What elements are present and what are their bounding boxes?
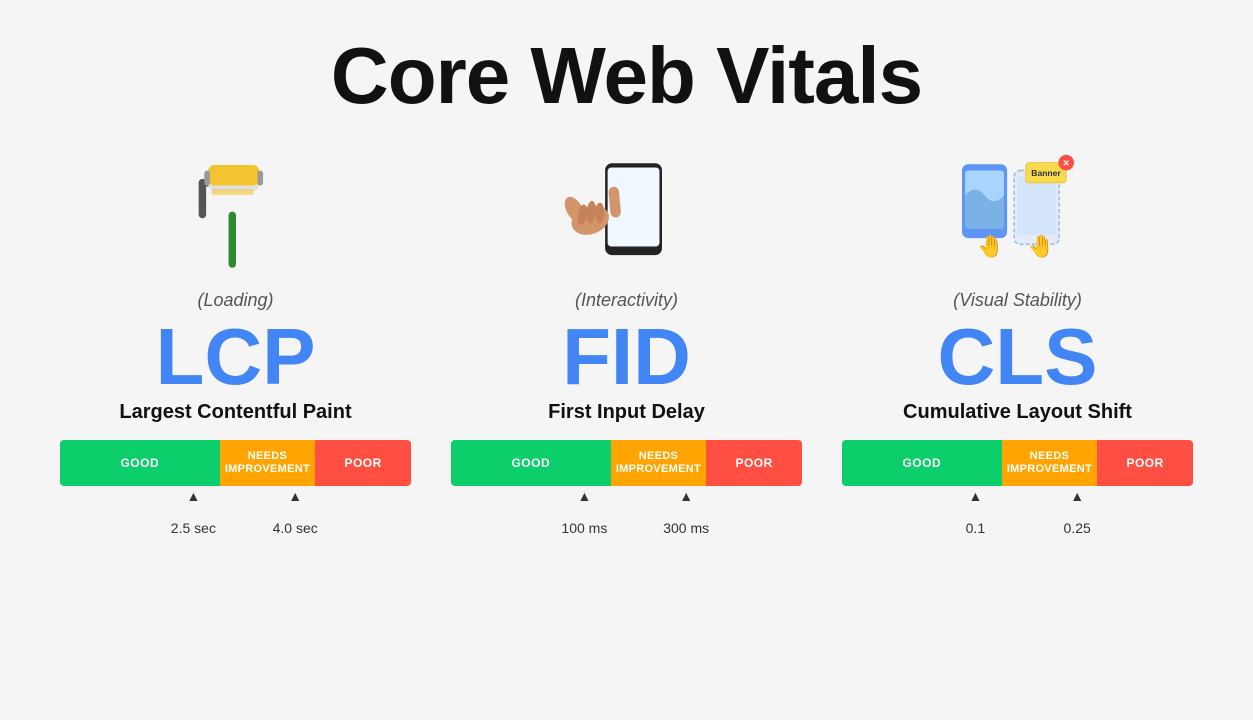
fid-name: First Input Delay: [548, 401, 705, 424]
lcp-card: (Loading) LCP Largest Contentful Paint G…: [40, 132, 431, 550]
cls-bar-container: GOOD NEEDSIMPROVEMENT POOR ▲ ▲ 0.1 0.25: [842, 440, 1193, 550]
lcp-label-2: ▲: [288, 488, 302, 504]
fid-label-2: ▲: [679, 488, 693, 504]
lcp-acronym: LCP: [156, 317, 316, 397]
cls-card: Banner × 🤚 🤚 (Visual Stability) CLS Cumu…: [822, 132, 1213, 550]
lcp-label-1: ▲: [186, 488, 200, 504]
cls-name: Cumulative Layout Shift: [903, 401, 1132, 424]
fid-val-1: 100 ms: [561, 520, 607, 536]
cls-value-labels: 0.1 0.25: [842, 520, 1193, 550]
fid-card: (Interactivity) FID First Input Delay GO…: [431, 132, 822, 550]
cls-bar-good: GOOD: [842, 440, 1002, 486]
lcp-icon: [156, 132, 316, 282]
fid-bar-needs: NEEDSIMPROVEMENT: [611, 440, 707, 486]
fid-value-labels: 100 ms 300 ms: [451, 520, 802, 550]
lcp-bar-needs: NEEDSIMPROVEMENT: [220, 440, 316, 486]
lcp-category: (Loading): [197, 290, 273, 311]
fid-bar-container: GOOD NEEDSIMPROVEMENT POOR ▲ ▲ 100 ms 30…: [451, 440, 802, 550]
svg-text:🤚: 🤚: [1027, 234, 1054, 259]
cls-icon: Banner × 🤚 🤚: [938, 132, 1098, 282]
svg-text:Banner: Banner: [1031, 168, 1061, 178]
fid-bar-poor: POOR: [706, 440, 802, 486]
lcp-name: Largest Contentful Paint: [119, 401, 351, 424]
fid-label-1: ▲: [577, 488, 591, 504]
fid-val-2: 300 ms: [663, 520, 709, 536]
lcp-bar: GOOD NEEDSIMPROVEMENT POOR: [60, 440, 411, 486]
page-title: Core Web Vitals: [331, 30, 922, 122]
cls-label-1: ▲: [968, 488, 982, 504]
lcp-val-2: 4.0 sec: [273, 520, 318, 536]
lcp-bar-poor: POOR: [315, 440, 411, 486]
cls-bar-poor: POOR: [1097, 440, 1193, 486]
cls-acronym: CLS: [938, 317, 1098, 397]
lcp-bar-container: GOOD NEEDSIMPROVEMENT POOR ▲ ▲ 2.5 sec 4…: [60, 440, 411, 550]
lcp-labels: ▲ ▲: [60, 488, 411, 518]
cls-val-1: 0.1: [966, 520, 985, 536]
fid-labels: ▲ ▲: [451, 488, 802, 518]
fid-bar: GOOD NEEDSIMPROVEMENT POOR: [451, 440, 802, 486]
lcp-bar-good: GOOD: [60, 440, 220, 486]
lcp-value-labels: 2.5 sec 4.0 sec: [60, 520, 411, 550]
fid-icon: [547, 132, 707, 282]
cls-labels: ▲ ▲: [842, 488, 1193, 518]
lcp-val-1: 2.5 sec: [171, 520, 216, 536]
fid-bar-good: GOOD: [451, 440, 611, 486]
svg-text:×: ×: [1063, 158, 1069, 170]
cls-label-2: ▲: [1070, 488, 1084, 504]
fid-acronym: FID: [562, 317, 691, 397]
cls-val-2: 0.25: [1064, 520, 1091, 536]
cls-bar-needs: NEEDSIMPROVEMENT: [1002, 440, 1098, 486]
cls-bar: GOOD NEEDSIMPROVEMENT POOR: [842, 440, 1193, 486]
cards-container: (Loading) LCP Largest Contentful Paint G…: [0, 132, 1253, 550]
fid-category: (Interactivity): [575, 290, 678, 311]
cls-category: (Visual Stability): [953, 290, 1082, 311]
svg-text:🤚: 🤚: [977, 234, 1004, 259]
